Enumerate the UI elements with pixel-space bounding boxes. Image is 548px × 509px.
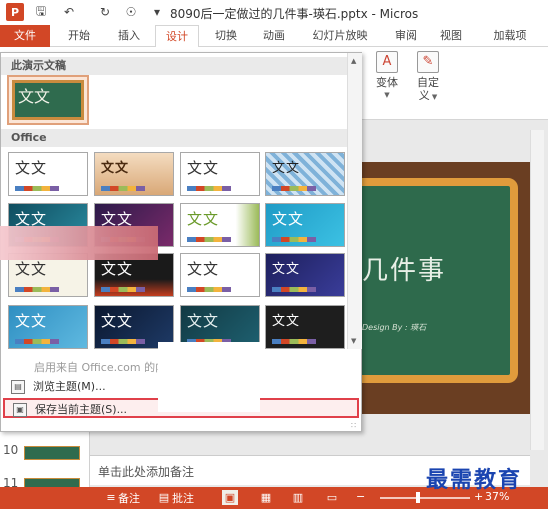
theme-circuit[interactable]: 文文 (8, 305, 88, 349)
save-theme-icon: ▣ (13, 403, 27, 417)
theme-sample-text: 文文 (15, 312, 48, 330)
reading-view-icon[interactable]: ▥ (290, 490, 306, 505)
theme-color-bar (15, 287, 59, 292)
window-title: 8090后一定做过的几件事-瑛石.pptx - Micros (170, 7, 419, 21)
theme-color-bar (187, 287, 231, 292)
theme-color-bar (272, 287, 316, 292)
theme-color-bar (15, 186, 59, 191)
tab-file[interactable]: 文件 (0, 25, 50, 47)
slide-subtitle[interactable]: Design By : 瑛石 (362, 322, 426, 333)
tab-transitions[interactable]: 切换 (205, 25, 247, 47)
zoom-out-icon[interactable]: − (356, 490, 365, 503)
theme-sample-text: 文文 (187, 312, 220, 330)
theme-sample-text: 文文 (272, 161, 301, 176)
variants-label: 变体 (376, 76, 398, 89)
resize-grip-icon[interactable]: ∷ (351, 421, 356, 430)
theme-sample-text: 文文 (272, 210, 305, 228)
theme-dots[interactable]: 文文 (265, 152, 345, 196)
zoom-slider[interactable] (380, 497, 470, 499)
save-current-theme-label: 保存当前主题(S)... (35, 403, 128, 416)
scroll-down-icon[interactable]: ▼ (351, 337, 356, 345)
watermark-text: 最需教育 (426, 467, 523, 493)
notes-icon[interactable]: ≡ (103, 490, 119, 505)
theme-color-bar (101, 287, 145, 292)
powerpoint-logo-icon[interactable]: P (6, 3, 24, 21)
theme-color-bar (272, 237, 316, 242)
theme-color-bar (187, 237, 231, 242)
theme-color-bar (272, 186, 316, 191)
chevron-down-icon: ▼ (429, 93, 438, 101)
tab-view[interactable]: 视图 (430, 25, 472, 47)
theme-integral[interactable]: 文文 (265, 203, 345, 247)
theme-sample-text: 文文 (272, 314, 301, 329)
theme-color-bar (187, 186, 231, 191)
normal-view-icon[interactable]: ▣ (222, 490, 238, 505)
variants-icon: A (376, 51, 398, 73)
mosaic-redaction (0, 226, 158, 260)
tab-review[interactable]: 审阅 (385, 25, 427, 47)
theme-savon[interactable]: 文文 (180, 253, 260, 297)
customize-qat-icon[interactable]: ▾ (148, 3, 166, 21)
customize-button[interactable]: ✎ 自定 义 ▼ (410, 51, 446, 104)
comments-icon[interactable]: ▤ (156, 490, 172, 505)
theme-sample-text: 文文 (101, 312, 134, 330)
theme-sample-text: 文文 (272, 262, 301, 277)
theme-sample-text: 文文 (187, 210, 220, 228)
tab-home[interactable]: 开始 (58, 25, 100, 47)
title-bar: P 🖫 ↶ ↻ ☉ ▾ 8090后一定做过的几件事-瑛石.pptx - Micr… (0, 0, 548, 25)
save-icon[interactable]: 🖫 (32, 3, 50, 21)
theme-sample-text: 文文 (187, 159, 220, 177)
current-theme-thumbnail[interactable]: 文文 (7, 75, 89, 125)
theme-color-bar (101, 186, 145, 191)
redo-icon[interactable]: ↻ (96, 3, 114, 21)
tab-design[interactable]: 设计 (155, 25, 199, 48)
theme-sample-text: 文文 (15, 159, 48, 177)
notes-toggle[interactable]: 备注 (118, 490, 140, 506)
slide-thumbnail[interactable] (24, 446, 80, 460)
theme-color-bar (15, 339, 59, 344)
theme-main-event[interactable]: 文文 (265, 305, 345, 349)
tab-slideshow[interactable]: 幻灯片放映 (305, 25, 375, 47)
comments-toggle[interactable]: 批注 (172, 490, 194, 506)
theme-office[interactable]: 文文 (8, 152, 88, 196)
ribbon-tabs: 文件 开始 插入 设计 切换 动画 幻灯片放映 审阅 视图 加载项 (0, 25, 548, 48)
slide-canvas[interactable]: 几件事 Design By : 瑛石 (362, 162, 530, 414)
theme-sample-text: 文文 (15, 260, 48, 278)
office-online-themes-text: 启用来自 Office.com 的内 (34, 361, 167, 374)
zoom-slider-thumb[interactable] (416, 492, 420, 503)
customize-icon: ✎ (417, 51, 439, 73)
section-header-office: Office (1, 129, 347, 147)
blank-overlay (158, 342, 260, 412)
chevron-down-icon: ▼ (384, 91, 390, 99)
theme-wood[interactable]: 文文 (94, 152, 174, 196)
tab-insert[interactable]: 插入 (108, 25, 150, 47)
folder-icon: ▤ (11, 380, 25, 394)
theme-color-bar (101, 339, 145, 344)
customize-label-line1: 自定 (417, 76, 439, 89)
slide-number: 10 (3, 443, 19, 457)
theme-sample-text: 文文 (18, 87, 51, 106)
touch-mode-icon[interactable]: ☉ (122, 3, 140, 21)
theme-facet[interactable]: 文文 (180, 203, 260, 247)
theme-sample-text: 文文 (101, 161, 130, 176)
browse-themes-label: 浏览主题(M)... (33, 380, 106, 393)
theme-sample-text: 文文 (101, 260, 134, 278)
undo-icon[interactable]: ↶ (60, 3, 78, 21)
customize-label-line2: 义 (418, 89, 430, 102)
section-header-this-presentation: 此演示文稿 (1, 57, 347, 75)
slide-title[interactable]: 几件事 (362, 250, 446, 287)
gallery-scrollbar[interactable]: ▲ ▼ (347, 53, 362, 349)
theme-sample-text: 文文 (187, 260, 220, 278)
tab-animations[interactable]: 动画 (253, 25, 295, 47)
vertical-scrollbar[interactable] (530, 130, 544, 450)
tab-addins[interactable]: 加载项 (480, 25, 540, 47)
slideshow-icon[interactable]: ▭ (324, 490, 340, 505)
variants-button[interactable]: A 变体 ▼ (369, 51, 405, 102)
theme-retrospect[interactable]: 文文 (180, 152, 260, 196)
scroll-up-icon[interactable]: ▲ (351, 57, 356, 65)
theme-color-bar (272, 339, 316, 344)
slide-sorter-icon[interactable]: ▦ (258, 490, 274, 505)
theme-slice[interactable]: 文文 (265, 253, 345, 297)
notes-placeholder: 单击此处添加备注 (98, 465, 195, 479)
